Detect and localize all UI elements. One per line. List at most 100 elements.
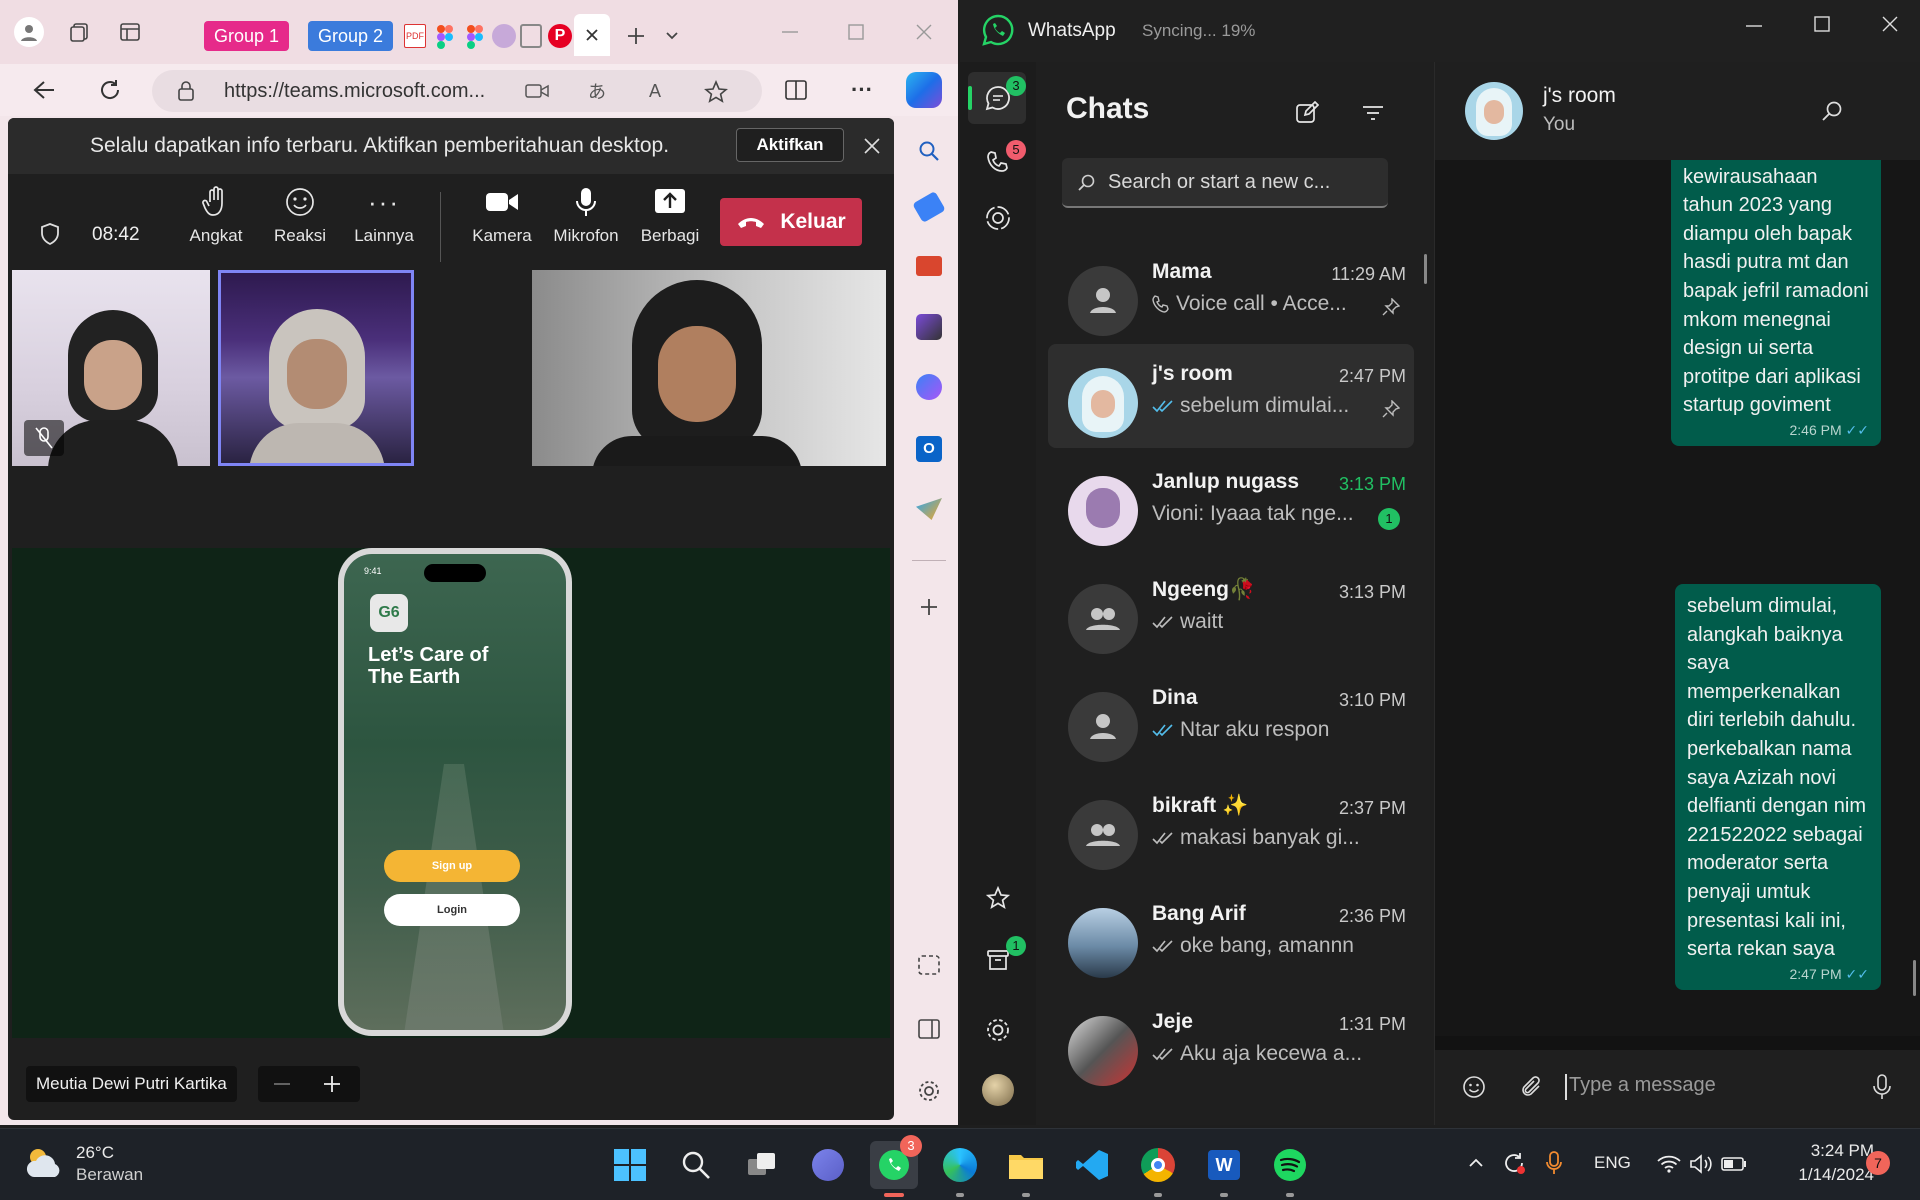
favorite-star-icon[interactable] [702, 78, 730, 106]
wa-close-icon[interactable] [1870, 8, 1910, 40]
wa-maximize-icon[interactable] [1802, 8, 1842, 40]
chat-list-item[interactable]: j's room 2:47 PM sebelum dimulai... [1048, 344, 1414, 448]
minimize-icon[interactable] [770, 16, 810, 48]
attach-paperclip-icon[interactable] [1517, 1072, 1547, 1102]
maximize-icon[interactable] [836, 16, 876, 48]
more-menu-icon[interactable]: ··· [846, 74, 878, 106]
chat-list-item[interactable]: Bang Arif 2:36 PM oke bang, amannn [1048, 884, 1414, 988]
tab-actions-icon[interactable] [114, 16, 146, 48]
sync-tray-icon[interactable] [1500, 1149, 1528, 1177]
address-bar[interactable]: https://teams.microsoft.com... あ A [152, 70, 762, 112]
more-button[interactable]: ··· Lainnya [344, 184, 424, 246]
emoji-icon[interactable] [1459, 1072, 1489, 1102]
share-button[interactable]: Berbagi [630, 184, 710, 246]
raise-hand-button[interactable]: Angkat [176, 184, 256, 246]
settings-gear-icon[interactable] [914, 1076, 944, 1106]
microphone-button[interactable]: Mikrofon [546, 184, 626, 246]
clock[interactable]: 3:24 PM 1/14/2024 [1770, 1139, 1874, 1191]
add-sidebar-icon[interactable] [914, 592, 944, 622]
refresh-icon[interactable] [94, 74, 126, 106]
leave-button[interactable]: Keluar [720, 198, 862, 246]
battery-icon[interactable] [1720, 1151, 1748, 1177]
wifi-icon[interactable] [1656, 1151, 1682, 1177]
lock-icon[interactable] [176, 80, 196, 102]
message-input[interactable]: Type a message [1559, 1064, 1859, 1110]
taskbar-search-icon[interactable] [672, 1141, 720, 1189]
archived-nav-button[interactable]: 1 [968, 932, 1026, 984]
back-arrow-icon[interactable] [28, 74, 60, 106]
tab-pinterest-icon[interactable]: P [548, 24, 572, 48]
chrome-icon[interactable] [1134, 1141, 1182, 1197]
chat-list-scrollbar[interactable] [1424, 254, 1427, 284]
volume-icon[interactable] [1688, 1151, 1714, 1177]
new-chat-icon[interactable] [1290, 96, 1324, 130]
copilot-icon[interactable] [906, 72, 942, 108]
chat-list-item[interactable]: Dina 3:10 PM Ntar aku respon [1048, 668, 1414, 772]
vscode-icon[interactable] [1068, 1141, 1116, 1189]
task-view-icon[interactable] [738, 1141, 786, 1189]
tab-figma-icon[interactable] [436, 24, 454, 50]
whatsapp-taskbar-icon[interactable]: 3 [870, 1135, 922, 1197]
translate-icon[interactable]: あ [584, 78, 610, 104]
wa-settings-gear-icon[interactable] [982, 1014, 1014, 1046]
chat-list-item[interactable]: bikraft ✨ 2:37 PM makasi banyak gi... [1048, 776, 1414, 880]
microphone-in-use-icon[interactable] [1540, 1149, 1568, 1177]
wa-minimize-icon[interactable] [1734, 10, 1774, 42]
sidebar-toggle-icon[interactable] [914, 1014, 944, 1044]
close-banner-icon[interactable] [858, 132, 886, 160]
new-tab-icon[interactable] [620, 20, 652, 52]
games-icon[interactable] [916, 314, 942, 340]
send-icon[interactable] [916, 498, 942, 520]
notification-count-badge[interactable]: 7 [1866, 1151, 1890, 1175]
starred-icon[interactable] [982, 882, 1014, 914]
collections-icon[interactable] [64, 16, 96, 48]
copilot-sidebar-icon[interactable] [916, 374, 942, 400]
tab-group-1[interactable]: Group 1 [204, 21, 290, 51]
weather-widget[interactable]: 26°C Berawan [24, 1139, 164, 1191]
chat-list-item[interactable]: Mama 11:29 AM Voice call • Acce... [1048, 242, 1414, 346]
tab-group-2[interactable]: Group 2 [308, 21, 394, 51]
search-icon[interactable] [914, 136, 944, 166]
message-scrollbar[interactable] [1913, 960, 1916, 996]
enable-notifications-button[interactable]: Aktifkan [736, 128, 844, 162]
tab-pdf[interactable]: PDF [404, 24, 426, 48]
conversation-avatar[interactable] [1465, 82, 1523, 140]
tools-briefcase-icon[interactable] [916, 256, 942, 276]
zoom-in-icon[interactable] [320, 1072, 344, 1096]
show-hidden-icons-chevron[interactable] [1464, 1151, 1488, 1175]
read-aloud-icon[interactable]: A [642, 78, 668, 104]
close-window-icon[interactable] [904, 16, 944, 48]
filter-icon[interactable] [1356, 96, 1390, 130]
chats-nav-button[interactable]: 3 [968, 72, 1026, 124]
teams-chat-icon[interactable] [804, 1141, 852, 1189]
profile-avatar-small[interactable] [982, 1074, 1014, 1106]
shield-icon[interactable] [38, 220, 62, 248]
status-icon[interactable] [982, 202, 1014, 234]
split-screen-icon[interactable] [780, 74, 812, 106]
file-explorer-icon[interactable] [1002, 1141, 1050, 1197]
chat-search-field[interactable]: Search or start a new c... [1062, 158, 1388, 208]
start-button[interactable] [606, 1141, 654, 1189]
active-tab-close-icon[interactable] [574, 14, 610, 56]
calls-nav-button[interactable]: 5 [968, 136, 1026, 188]
signup-button[interactable]: Sign up [384, 850, 520, 882]
tab-site-icon[interactable] [492, 24, 516, 48]
tab-figma-icon-2[interactable] [466, 24, 484, 50]
shopping-tag-icon[interactable] [912, 190, 946, 224]
camera-button[interactable]: Kamera [462, 184, 542, 246]
chat-list-item[interactable]: Ngeeng🥀 3:13 PM waitt [1048, 560, 1414, 664]
reactions-button[interactable]: Reaksi [260, 184, 340, 246]
word-icon[interactable]: W [1200, 1141, 1248, 1197]
chat-list-item[interactable]: Jeje 1:31 PM Aku aja kecewa a... [1048, 992, 1414, 1096]
zoom-out-icon[interactable] [270, 1072, 294, 1096]
login-button[interactable]: Login [384, 894, 520, 926]
input-language[interactable]: ENG [1594, 1153, 1631, 1173]
outlook-icon[interactable]: O [916, 436, 942, 462]
screenshot-icon[interactable] [914, 950, 944, 980]
camera-permission-icon[interactable] [524, 80, 550, 102]
conversation-search-icon[interactable] [1817, 96, 1847, 126]
spotify-icon[interactable] [1266, 1141, 1314, 1197]
profile-avatar[interactable] [14, 17, 44, 47]
tab-page-icon[interactable] [520, 24, 542, 48]
tab-list-chevron-icon[interactable] [660, 24, 684, 48]
